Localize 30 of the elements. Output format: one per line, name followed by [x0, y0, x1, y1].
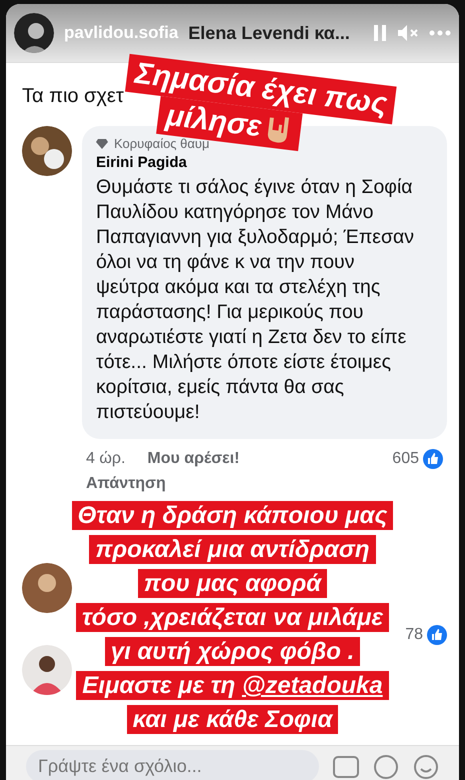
comment-text: Θυμάστε τι σάλος έγινε όταν η Σοφία Παυλίδου κατηγόρησε τον Μάνο Παπαγιαννη για ξυλοδαρμό; Έπεσαν όλοι να τη φάνε κ να την πουν ψεύτρα ακόμα και τα στελέχη της παράστασης! Για μερικούς που αναρωτιέστε γιατί η Ζετα δεν το είπε τότε... Μιλήστε όποτε είστε έτοιμες κορίτσια, εμείς πάντα θα σας πιστεύουμε!: [96, 175, 416, 425]
commenter-avatar[interactable]: [22, 126, 72, 176]
pause-icon[interactable]: [373, 24, 387, 42]
caption-text: προκαλεί μια αντίδραση: [89, 535, 376, 564]
caption-text: Ειμαστε με τη @zetadouka: [76, 671, 389, 700]
caption-text: που μας αφορά: [138, 569, 328, 598]
like-link[interactable]: Μου αρέσει!: [147, 450, 240, 468]
section-heading: Τα πιο σχετ: [22, 85, 124, 108]
post-title: Elena Levendi κα...: [188, 22, 351, 44]
fan-label: Κορυφαίος θαυμ: [114, 136, 210, 151]
comment-author[interactable]: Eirini Pagida: [96, 154, 433, 171]
mute-icon[interactable]: [397, 24, 419, 42]
commenter-avatar[interactable]: [22, 645, 72, 695]
reaction-count: 78: [405, 626, 423, 644]
reaction-count: 605: [392, 450, 419, 468]
thumbs-up-icon: [423, 449, 443, 469]
caption-text: και με κάθε Σοφια: [126, 705, 338, 734]
commenter-avatar[interactable]: [22, 563, 72, 613]
more-icon[interactable]: [429, 30, 451, 36]
comment-time: 4 ώρ.: [86, 450, 126, 468]
thumbs-up-icon: [427, 625, 447, 645]
mention-link[interactable]: @zetadouka: [242, 672, 383, 699]
caption-text: Θταν η δράση κάποιου μας: [72, 501, 394, 530]
profile-avatar[interactable]: [14, 13, 54, 53]
caption-text: γι αυτή χώρος φόβο .: [104, 637, 360, 666]
diamond-icon: [96, 138, 108, 148]
emoji-icon[interactable]: [413, 754, 439, 778]
comment-input[interactable]: Γράψτε ένα σχόλιο...: [26, 750, 319, 780]
reply-link[interactable]: Απάντηση: [86, 475, 166, 493]
caption-text: τόσο ,χρειάζεται να μιλάμε: [76, 603, 390, 632]
